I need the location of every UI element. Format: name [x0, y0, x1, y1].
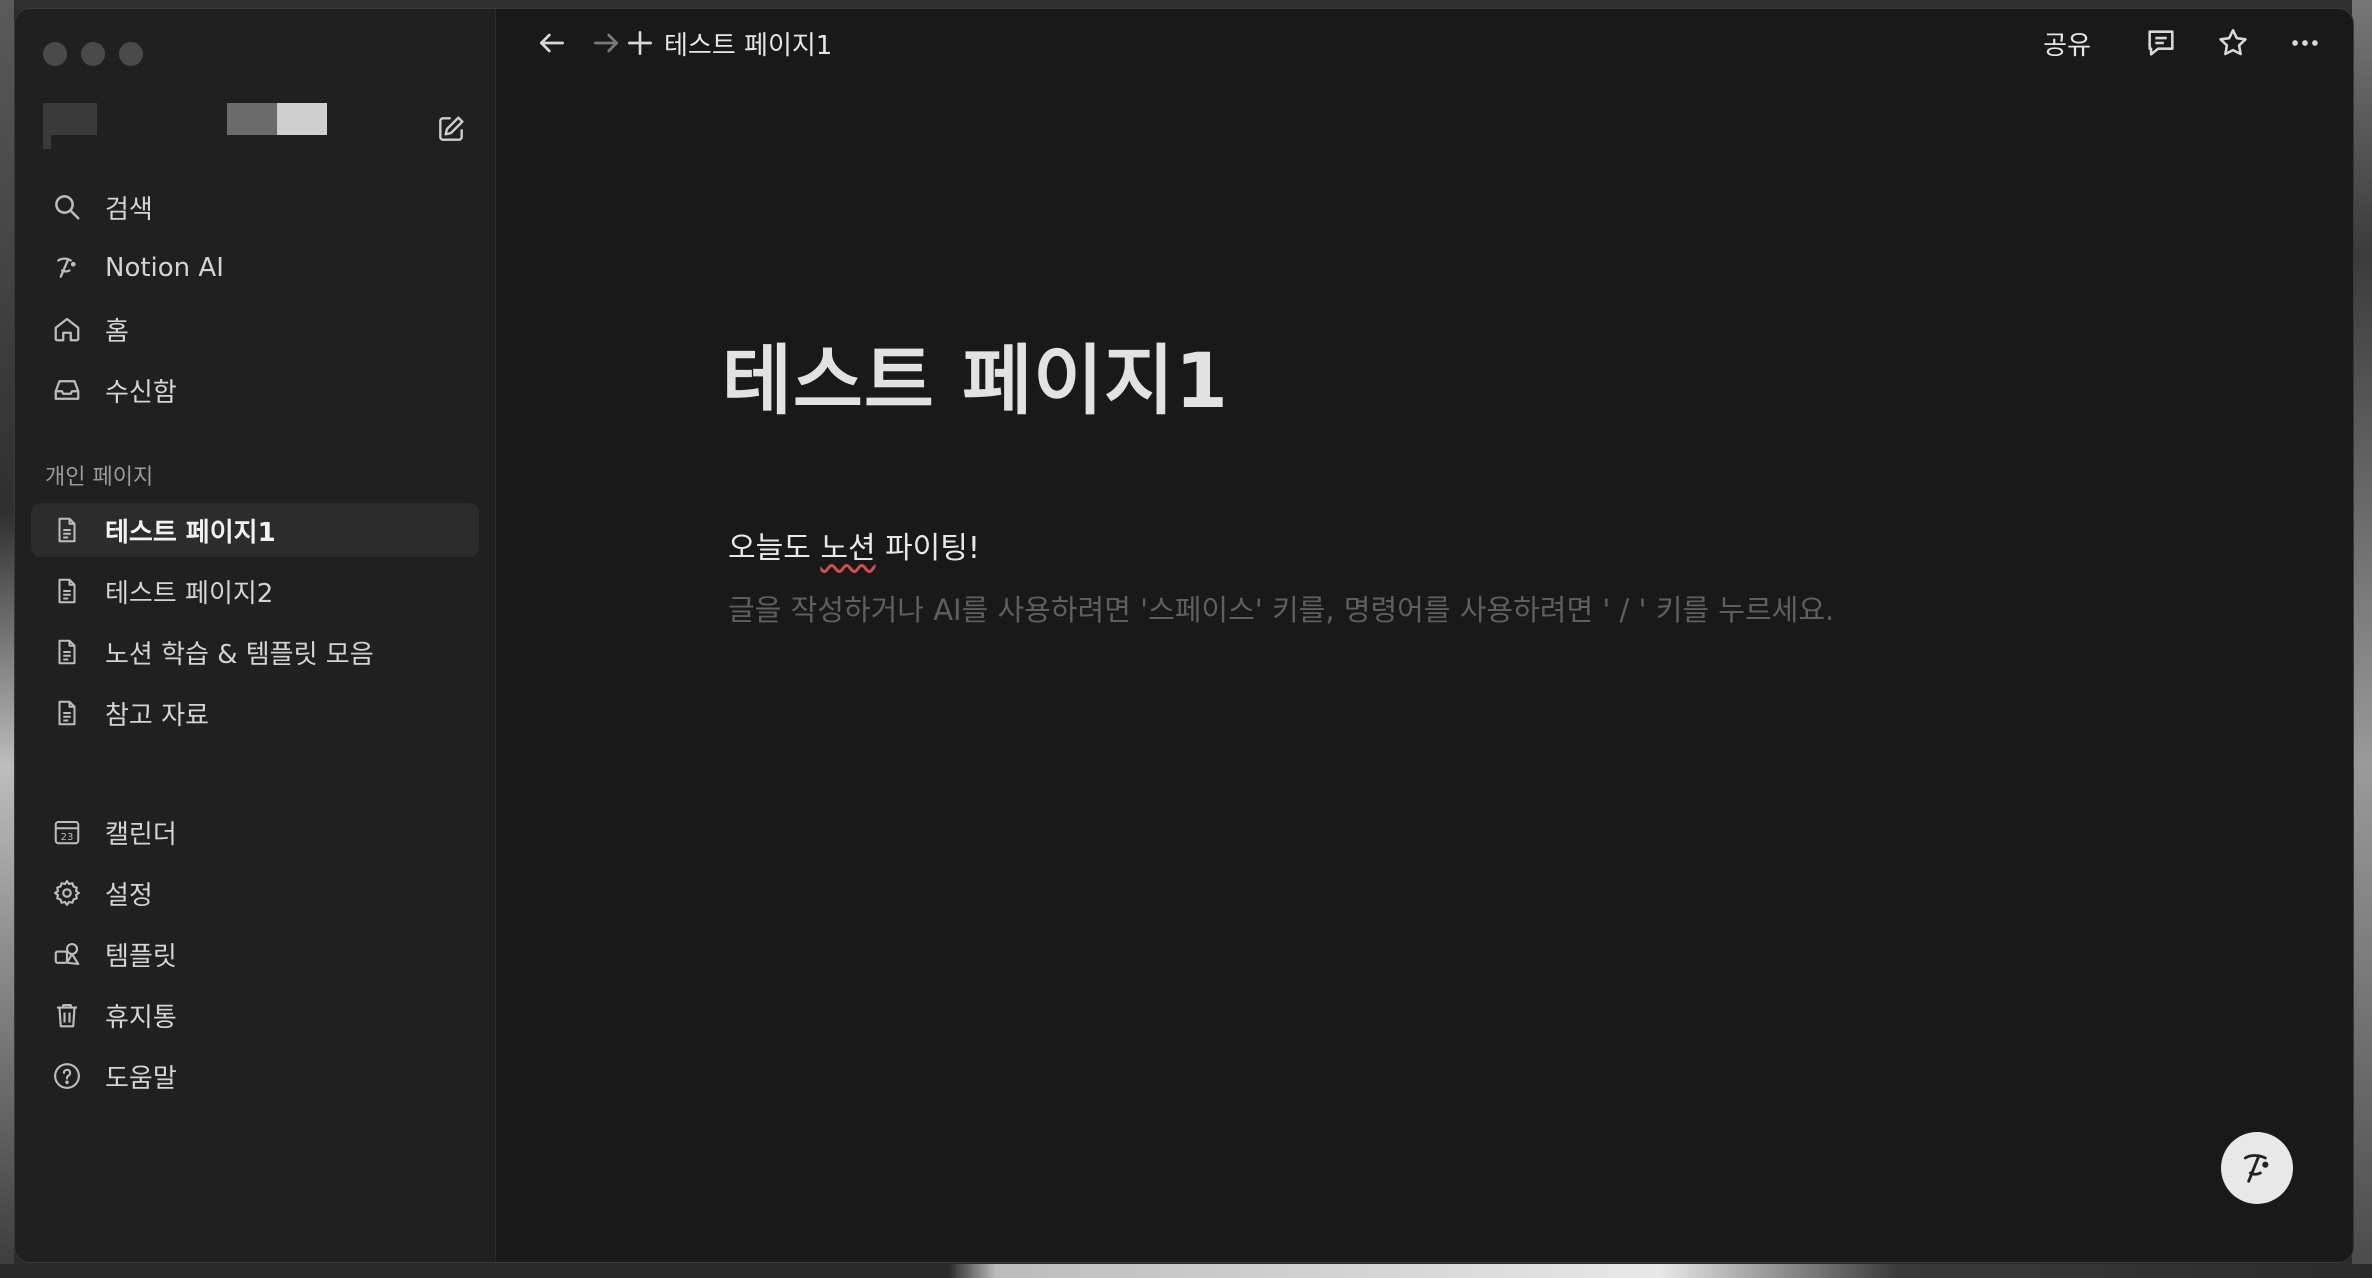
window-controls: [43, 42, 143, 66]
comment-icon: [2148, 30, 2174, 56]
main-content: 테스트 페이지1 공유 테스트 페이지1 오늘도 노션 파이팅! 글을 작성하거…: [496, 9, 2353, 1262]
svg-text:23: 23: [61, 832, 74, 843]
body-text: 파이팅!: [875, 531, 980, 566]
share-button[interactable]: 공유: [2043, 25, 2091, 62]
workspace-icon-redacted: [43, 103, 97, 135]
workspace-name-redacted: [227, 103, 277, 135]
search-icon: [47, 187, 87, 227]
workspace-name-redacted-light: [277, 103, 327, 135]
notion-ai-face-icon: [2243, 1154, 2269, 1183]
comments-button[interactable]: [2141, 23, 2181, 63]
sidebar-item-label: 설정: [105, 880, 153, 911]
arrow-left-icon: [540, 33, 564, 53]
sidebar-item-label: 도움말: [105, 1063, 177, 1094]
sidebar-item-search[interactable]: 검색: [31, 180, 479, 234]
plus-icon: [628, 31, 652, 55]
page-icon: [47, 632, 87, 672]
redacted-strip: [43, 127, 51, 149]
page-icon: [47, 510, 87, 550]
breadcrumb[interactable]: 테스트 페이지1: [664, 25, 832, 62]
page-title[interactable]: 테스트 페이지1: [722, 319, 1229, 429]
notion-ai-icon: [47, 248, 87, 288]
sidebar-page-test2[interactable]: 테스트 페이지2: [31, 564, 479, 618]
sidebar-item-label: Notion AI: [105, 253, 224, 283]
desktop-bottom-edge: [0, 1264, 2372, 1278]
template-icon: [47, 934, 87, 974]
page-icon: [47, 571, 87, 611]
sidebar-page-notion-learning[interactable]: 노션 학습 & 템플릿 모음: [31, 625, 479, 679]
top-bar: 테스트 페이지1 공유: [496, 9, 2353, 73]
add-page-button[interactable]: [620, 23, 660, 63]
inbox-icon: [47, 370, 87, 410]
calendar-icon: 23: [47, 812, 87, 852]
zoom-window-button[interactable]: [119, 42, 143, 66]
sidebar-item-calendar[interactable]: 23 캘린더: [31, 805, 479, 859]
sidebar-item-label: 캘린더: [105, 819, 177, 850]
star-icon: [2219, 28, 2247, 56]
sidebar-item-label: 휴지통: [105, 1002, 177, 1033]
notion-window: 검색 Notion AI 홈 수신함 개인 페이지 테스트 페이지1 테스트 페…: [14, 8, 2354, 1263]
compose-icon: [439, 116, 464, 141]
more-options-button[interactable]: [2285, 23, 2325, 63]
sidebar-item-label: 테스트 페이지2: [105, 578, 274, 609]
sidebar-item-trash[interactable]: 휴지통: [31, 988, 479, 1042]
section-label-private: 개인 페이지: [45, 465, 154, 490]
home-icon: [47, 309, 87, 349]
page-icon: [47, 693, 87, 733]
sidebar-item-label: 홈: [105, 316, 129, 347]
body-text-block[interactable]: 오늘도 노션 파이팅!: [728, 523, 980, 567]
sidebar-item-help[interactable]: 도움말: [31, 1049, 479, 1103]
empty-block-placeholder[interactable]: 글을 작성하거나 AI를 사용하려면 '스페이스' 키를, 명령어를 사용하려면…: [728, 587, 1834, 629]
sidebar-item-notion-ai[interactable]: Notion AI: [31, 241, 479, 295]
spellcheck-word: 노션: [820, 531, 876, 566]
desktop-right-edge: [2352, 0, 2372, 1278]
new-page-button[interactable]: [433, 111, 469, 147]
sidebar-item-templates[interactable]: 템플릿: [31, 927, 479, 981]
desktop-left-edge: [0, 0, 14, 1278]
more-horizontal-icon: [2292, 40, 2318, 46]
workspace-switcher[interactable]: [43, 97, 473, 149]
sidebar-item-label: 템플릿: [105, 941, 177, 972]
sidebar-item-home[interactable]: 홈: [31, 302, 479, 356]
close-window-button[interactable]: [43, 42, 67, 66]
sidebar: 검색 Notion AI 홈 수신함 개인 페이지 테스트 페이지1 테스트 페…: [15, 9, 496, 1262]
favorite-button[interactable]: [2213, 23, 2253, 63]
minimize-window-button[interactable]: [81, 42, 105, 66]
sidebar-item-label: 테스트 페이지1: [105, 517, 276, 548]
arrow-right-icon: [594, 33, 618, 53]
sidebar-item-inbox[interactable]: 수신함: [31, 363, 479, 417]
gear-icon: [47, 873, 87, 913]
sidebar-item-label: 검색: [105, 194, 153, 225]
sidebar-item-label: 참고 자료: [105, 700, 209, 731]
notion-ai-button[interactable]: [2221, 1132, 2293, 1204]
back-button[interactable]: [532, 23, 572, 63]
sidebar-page-references[interactable]: 참고 자료: [31, 686, 479, 740]
sidebar-item-settings[interactable]: 설정: [31, 866, 479, 920]
body-text: 오늘도: [728, 531, 821, 566]
sidebar-item-label: 노션 학습 & 템플릿 모음: [105, 639, 374, 670]
sidebar-item-label: 수신함: [105, 377, 177, 408]
trash-icon: [47, 995, 87, 1035]
help-icon: [47, 1056, 87, 1096]
sidebar-page-test1[interactable]: 테스트 페이지1: [31, 503, 479, 557]
